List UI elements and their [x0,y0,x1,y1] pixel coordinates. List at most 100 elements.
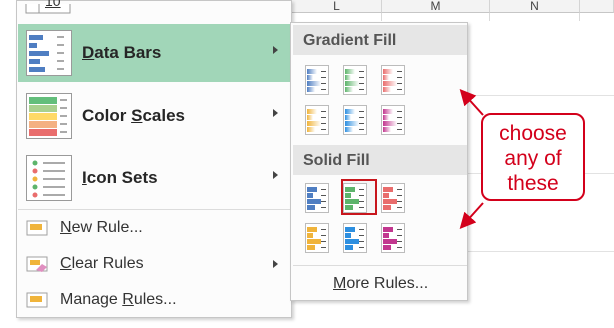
menu-item-color-scales[interactable]: Color Scales [18,87,292,145]
callout-line-1: choose [499,122,567,145]
bar-row [307,127,315,132]
bar-row [307,239,321,244]
column-header-m[interactable]: M [382,0,490,13]
value-line [397,77,402,78]
solid-green-data-bar-tile[interactable] [343,183,367,213]
value-line [397,195,402,196]
bar-row [383,233,389,238]
menu-item-new-rule[interactable]: New Rule... [18,211,292,245]
column-header-n[interactable]: N [490,0,580,13]
value-line [397,229,402,230]
data-bars-icon [26,30,72,76]
bar-row [345,205,353,210]
bar-row [345,245,353,250]
bar-row [345,187,355,192]
value-line [397,129,402,130]
value-line [359,71,364,72]
gradient-blue-data-bar-tile[interactable] [305,65,329,95]
solid-lightblue-data-bar-tile[interactable] [343,223,367,253]
eraser-icon [26,256,48,272]
menu-separator [293,265,467,266]
conditional-formatting-menu: 10 Data Bars Color Scales Icon Sets New … [16,0,292,318]
bar-row [383,227,393,232]
bar-row [307,199,321,204]
gradient-lightblue-data-bar-tile[interactable] [343,105,367,135]
value-line [321,229,326,230]
menu-item-icon-sets[interactable]: Icon Sets [18,149,292,207]
value-line [397,83,402,84]
color-scales-icon [26,93,72,139]
bar-row [307,75,313,80]
column-header-blank[interactable] [580,0,614,13]
submenu-arrow-icon [273,260,278,268]
gradient-orange-data-bar-tile[interactable] [305,105,329,135]
value-line [359,123,364,124]
bar-row [383,75,389,80]
bar-row [345,121,359,126]
bar-row [345,227,355,232]
solid-red-data-bar-tile[interactable] [381,183,405,213]
solid-orange-data-bar-tile[interactable] [305,223,329,253]
menu-item-clear-rules[interactable]: Clear Rules [18,247,292,281]
column-header-l[interactable]: L [292,0,382,13]
data-bars-label: Data Bars [82,43,162,62]
arrow-down-icon [459,202,484,229]
value-line [359,189,364,190]
clear-rules-label: Clear Rules [60,255,144,272]
bar-row [345,75,351,80]
value-line [321,207,326,208]
value-line [321,123,326,124]
menu-item-data-bars[interactable]: Data Bars [18,24,292,82]
bar-row [307,69,317,74]
value-line [397,123,402,124]
bar-row [383,193,389,198]
solid-purple-data-bar-tile[interactable] [381,223,405,253]
bar-row [383,81,397,86]
bar-row [307,227,317,232]
bar-row [307,205,315,210]
new-rule-icon [26,220,48,236]
menu-item-manage-rules[interactable]: Manage Rules... [18,283,292,317]
gradient-fill-header: Gradient Fill [293,25,467,55]
gradient-green-data-bar-tile[interactable] [343,65,367,95]
value-line [321,111,326,112]
bar-row [345,87,353,92]
icon-sets-icon [26,155,72,201]
submenu-arrow-icon [273,109,278,117]
value-line [359,77,364,78]
grid-line [468,251,614,252]
value-line [321,195,326,196]
bar-row [383,109,393,114]
bar-row [307,87,315,92]
value-line [359,229,364,230]
value-line [397,201,402,202]
bar-row [345,193,351,198]
bar-row [345,233,351,238]
value-line [321,83,326,84]
more-rules-item[interactable]: More Rules... [333,275,428,293]
bar-row [383,239,397,244]
value-line [359,241,364,242]
callout-line-2: any of [504,147,562,170]
value-line [359,111,364,112]
value-line [321,201,326,202]
bar-row [345,109,355,114]
bar-row [345,199,359,204]
gradient-purple-data-bar-tile[interactable] [381,105,405,135]
value-line [359,207,364,208]
solid-blue-data-bar-tile[interactable] [305,183,329,213]
top-partial-item[interactable]: 10 [25,0,77,14]
value-line [359,247,364,248]
value-line [397,189,402,190]
bar-row [383,115,389,120]
value-line [321,117,326,118]
submenu-arrow-icon [273,171,278,179]
bar-row [383,121,397,126]
value-line [397,111,402,112]
gradient-red-data-bar-tile[interactable] [381,65,405,95]
value-line [397,71,402,72]
bar-row [383,69,393,74]
annotation-callout: choose any of these [481,113,585,201]
value-line [359,83,364,84]
value-line [321,129,326,130]
